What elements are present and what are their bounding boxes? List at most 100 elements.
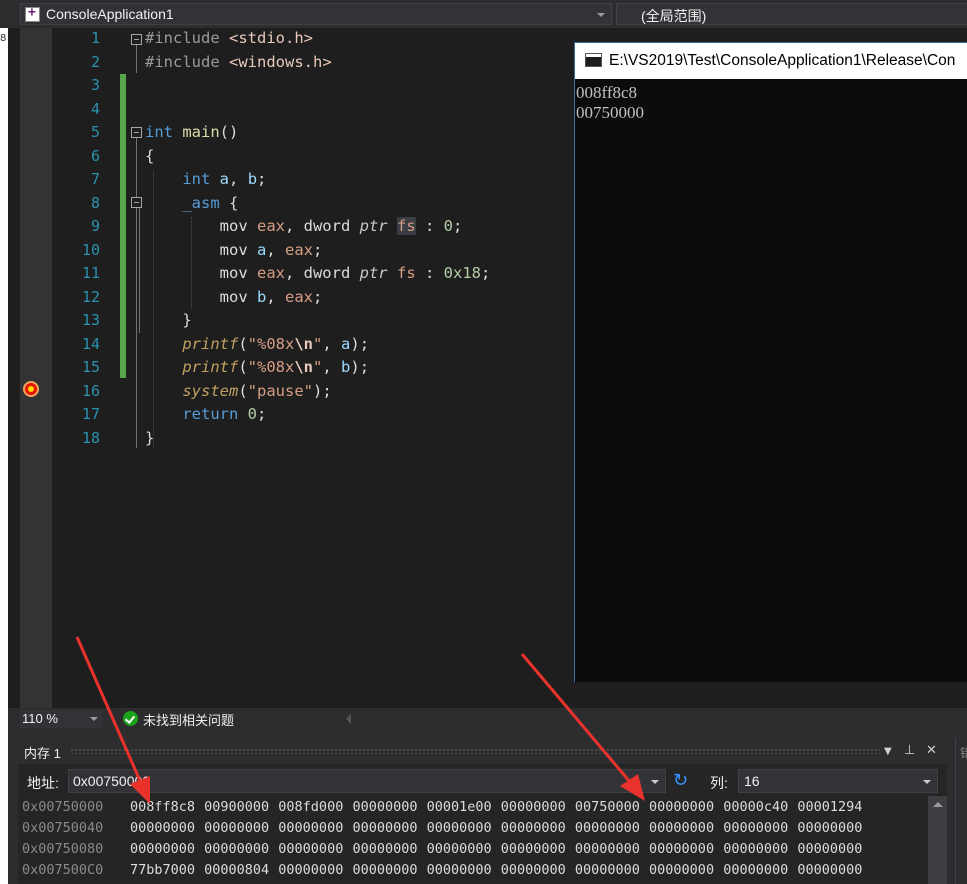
columns-dropdown[interactable]: 16 — [738, 769, 938, 793]
code-token: : — [415, 264, 444, 282]
code-token: b — [256, 287, 267, 306]
code-token: , — [322, 358, 342, 376]
code-token: fs — [396, 217, 416, 235]
code-token: ; — [313, 240, 323, 259]
code-line[interactable]: 13 } — [52, 309, 612, 332]
check-icon[interactable] — [123, 711, 138, 726]
console-window[interactable]: E:\VS2019\Test\ConsoleApplication1\Relea… — [574, 42, 967, 682]
memory-address: 0x007500C0 — [22, 862, 104, 878]
code-line[interactable]: 17 return 0; — [52, 403, 612, 426]
code-token: ; — [453, 217, 463, 235]
code-token: , — [322, 334, 342, 353]
project-dropdown[interactable]: ConsoleApplication1 — [20, 3, 612, 25]
code-text[interactable]: #include <stdio.h> — [145, 27, 313, 50]
line-number: 17 — [81, 405, 100, 423]
code-token: } — [145, 428, 155, 447]
zoom-level: 110 % — [22, 711, 58, 726]
code-line[interactable]: 6{ — [52, 145, 612, 168]
code-text[interactable]: } — [145, 427, 154, 450]
code-text[interactable]: return 0; — [145, 403, 266, 426]
line-number: 12 — [81, 287, 100, 306]
code-line[interactable]: 3 — [52, 74, 612, 97]
memory-titlebar[interactable]: 内存 1 ▼ ⊥ ✕ — [18, 738, 947, 764]
code-line[interactable]: 10 mov a, eax; — [52, 239, 612, 262]
window-menu-icon[interactable]: ▼ — [884, 746, 892, 757]
line-number: 18 — [81, 428, 100, 447]
code-text[interactable]: int a, b; — [145, 168, 266, 191]
code-text[interactable]: printf("%08x\n", a); — [145, 333, 369, 356]
code-token: b — [247, 170, 258, 188]
code-text[interactable]: int main() — [145, 121, 238, 144]
address-input[interactable]: 0x00750000 — [68, 769, 666, 793]
memory-rows[interactable]: 0x00750000 008ff8c8 00900000 008fd000 000… — [18, 796, 928, 884]
code-line[interactable]: 5 int main() — [52, 121, 612, 144]
line-number: 4 — [90, 99, 100, 118]
code-line[interactable]: 15 printf("%08x\n", b); — [52, 356, 612, 379]
console-titlebar[interactable]: E:\VS2019\Test\ConsoleApplication1\Relea… — [575, 43, 967, 79]
code-token: eax — [256, 217, 285, 235]
issues-status[interactable]: 未找到相关问题 — [143, 710, 234, 729]
code-line[interactable]: 7 int a, b; — [52, 168, 612, 191]
memory-values[interactable]: 77bb7000 00000804 00000000 00000000 0000… — [130, 860, 862, 881]
code-line[interactable]: 2 #include <windows.h> — [52, 51, 612, 74]
console-output: 008ff8c8 00750000 — [575, 79, 967, 682]
code-token: "%08x — [247, 358, 295, 376]
close-icon[interactable]: ✕ — [926, 743, 937, 758]
code-text[interactable]: printf("%08x\n", b); — [145, 356, 369, 379]
code-token: ; — [257, 405, 267, 423]
code-text[interactable]: mov a, eax; — [145, 239, 323, 262]
code-line[interactable]: 4 — [52, 98, 612, 121]
indicator-margin[interactable] — [20, 28, 52, 708]
code-token: , — [266, 287, 285, 306]
code-text[interactable]: #include <windows.h> — [145, 51, 332, 74]
code-text[interactable]: system("pause"); — [145, 380, 332, 403]
code-token: ; — [480, 264, 491, 282]
code-token: <stdio.h> — [229, 29, 313, 47]
pin-icon[interactable]: ⊥ — [904, 743, 915, 758]
line-number: 5 — [90, 123, 100, 141]
dropdown-caret-icon — [597, 13, 605, 17]
project-icon — [25, 5, 40, 22]
breakpoint-icon[interactable] — [23, 381, 39, 397]
code-line[interactable]: 18} — [52, 427, 612, 450]
code-line[interactable]: 16 system("pause"); — [52, 380, 612, 403]
code-line[interactable]: 14 printf("%08x\n", a); — [52, 333, 612, 356]
adjacent-panel-edge: 错 — [955, 738, 967, 884]
memory-address: 0x00750080 — [22, 841, 104, 857]
scroll-left-icon[interactable] — [346, 714, 351, 724]
code-line[interactable]: 9 mov eax, dword ptr fs : 0; — [52, 215, 612, 238]
code-text[interactable]: mov b, eax; — [145, 286, 323, 309]
code-token: ); — [313, 381, 332, 400]
memory-values[interactable]: 008ff8c8 00900000 008fd000 00000000 0000… — [130, 797, 862, 818]
address-value[interactable]: 0x00750000 — [73, 773, 150, 789]
code-line[interactable]: 1 #include <stdio.h> — [52, 27, 612, 50]
line-number: 8 — [90, 193, 100, 212]
zoom-dropdown[interactable]: 110 % — [20, 710, 102, 728]
code-token: " — [313, 358, 323, 376]
code-text[interactable]: _asm { — [145, 192, 238, 215]
dropdown-caret-icon — [90, 717, 98, 721]
code-text[interactable]: } — [145, 309, 191, 332]
memory-values[interactable]: 00000000 00000000 00000000 00000000 0000… — [130, 839, 862, 860]
titlebar-grip[interactable] — [70, 748, 880, 754]
memory-values[interactable]: 00000000 00000000 00000000 00000000 0000… — [130, 818, 862, 839]
code-token: mov — [145, 264, 257, 282]
memory-window[interactable]: 内存 1 ▼ ⊥ ✕ 地址: 0x00750000 ↻ 列: 16 0x0075… — [18, 738, 947, 884]
refresh-icon[interactable]: ↻ — [673, 771, 693, 791]
dropdown-caret-icon[interactable] — [651, 780, 659, 784]
code-text[interactable]: mov eax, dword ptr fs : 0x18; — [145, 262, 491, 285]
vertical-scrollbar[interactable] — [928, 796, 947, 884]
code-line[interactable]: 8 _asm { — [52, 192, 612, 215]
code-line[interactable]: 11 mov eax, dword ptr fs : 0x18; — [52, 262, 612, 285]
adjacent-panel-tab[interactable]: 错 — [960, 744, 967, 761]
code-text[interactable]: { — [145, 145, 154, 168]
code-text[interactable]: mov eax, dword ptr fs : 0; — [145, 215, 462, 238]
scope-dropdown[interactable]: (全局范围) — [616, 3, 967, 25]
code-token: \n — [294, 334, 314, 353]
scroll-up-icon[interactable] — [933, 802, 943, 807]
code-line[interactable]: 12 mov b, eax; — [52, 286, 612, 309]
